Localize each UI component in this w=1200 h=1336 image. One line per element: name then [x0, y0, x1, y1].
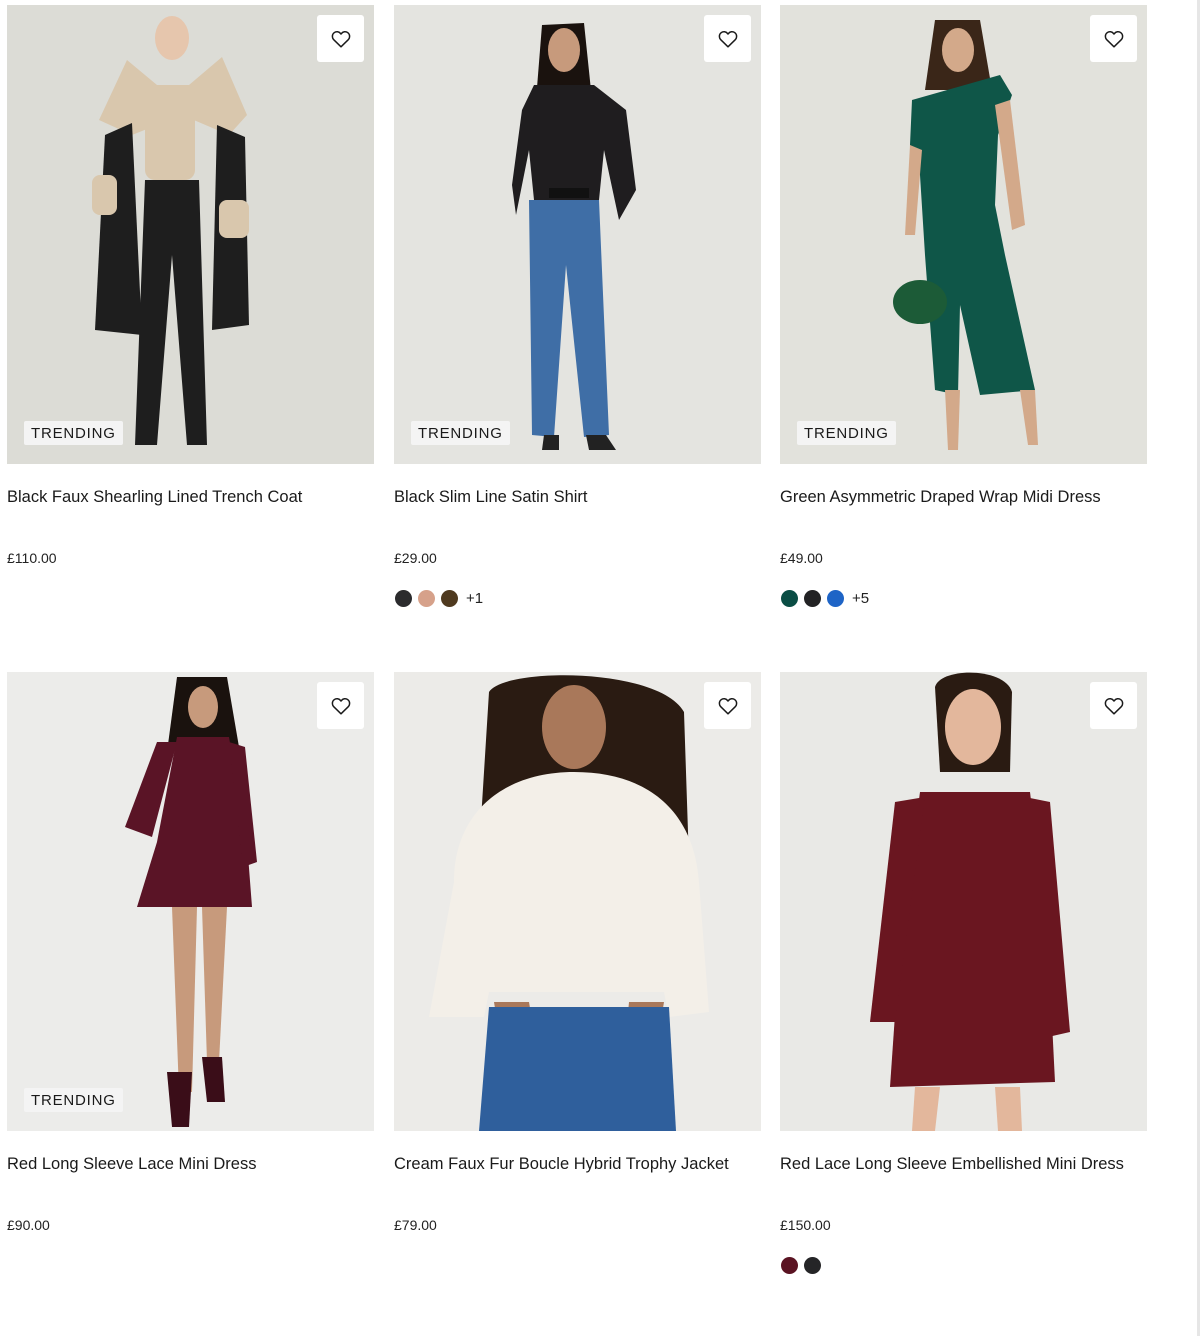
color-swatch[interactable] [395, 590, 412, 607]
heart-icon [331, 697, 350, 715]
product-image[interactable]: TRENDING [7, 672, 374, 1131]
color-swatch[interactable] [441, 590, 458, 607]
color-swatch[interactable] [781, 590, 798, 607]
product-image[interactable] [780, 672, 1147, 1131]
more-colors-count[interactable]: +5 [852, 590, 869, 607]
heart-icon [718, 30, 737, 48]
wishlist-button[interactable] [1090, 682, 1137, 729]
product-photo [394, 672, 761, 1131]
product-name[interactable]: Green Asymmetric Draped Wrap Midi Dress [780, 488, 1101, 507]
color-swatch[interactable] [418, 590, 435, 607]
heart-icon [1104, 30, 1123, 48]
heart-icon [1104, 697, 1123, 715]
product-price: £110.00 [7, 550, 57, 566]
product-photo [780, 672, 1147, 1131]
product-name[interactable]: Red Long Sleeve Lace Mini Dress [7, 1155, 256, 1174]
product-photo [780, 5, 1147, 464]
product-image[interactable]: TRENDING [394, 5, 761, 464]
trending-badge: TRENDING [411, 421, 510, 445]
trending-badge: TRENDING [24, 1088, 123, 1112]
product-photo [7, 672, 374, 1131]
color-swatch[interactable] [827, 590, 844, 607]
product-name[interactable]: Red Lace Long Sleeve Embellished Mini Dr… [780, 1155, 1124, 1174]
product-price: £90.00 [7, 1217, 50, 1233]
color-swatch[interactable] [804, 1257, 821, 1274]
heart-icon [718, 697, 737, 715]
color-swatch[interactable] [804, 590, 821, 607]
wishlist-button[interactable] [704, 15, 751, 62]
product-name[interactable]: Cream Faux Fur Boucle Hybrid Trophy Jack… [394, 1155, 729, 1174]
more-colors-count[interactable]: +1 [466, 590, 483, 607]
product-image[interactable]: TRENDING [7, 5, 374, 464]
product-card[interactable]: TRENDING Red Long Sleeve Lace Mini Dress… [7, 672, 374, 1233]
heart-icon [331, 30, 350, 48]
product-image[interactable]: TRENDING [780, 5, 1147, 464]
product-price: £150.00 [780, 1217, 831, 1233]
product-card[interactable]: TRENDING Black Slim Line Satin Shirt £29… [394, 5, 761, 607]
product-card[interactable]: Red Lace Long Sleeve Embellished Mini Dr… [780, 672, 1147, 1274]
product-price: £29.00 [394, 550, 437, 566]
product-image[interactable] [394, 672, 761, 1131]
product-card[interactable]: TRENDING Green Asymmetric Draped Wrap Mi… [780, 5, 1147, 607]
trending-badge: TRENDING [24, 421, 123, 445]
color-swatches: +1 [395, 590, 483, 607]
product-price: £49.00 [780, 550, 823, 566]
color-swatches: +5 [781, 590, 869, 607]
product-name[interactable]: Black Slim Line Satin Shirt [394, 488, 588, 507]
wishlist-button[interactable] [317, 682, 364, 729]
color-swatches [781, 1257, 821, 1274]
trending-badge: TRENDING [797, 421, 896, 445]
product-name[interactable]: Black Faux Shearling Lined Trench Coat [7, 488, 302, 507]
wishlist-button[interactable] [1090, 15, 1137, 62]
product-card[interactable]: Cream Faux Fur Boucle Hybrid Trophy Jack… [394, 672, 761, 1233]
product-photo [7, 5, 374, 464]
wishlist-button[interactable] [704, 682, 751, 729]
product-photo [394, 5, 761, 464]
wishlist-button[interactable] [317, 15, 364, 62]
color-swatch[interactable] [781, 1257, 798, 1274]
product-card[interactable]: TRENDING Black Faux Shearling Lined Tren… [7, 5, 374, 566]
product-price: £79.00 [394, 1217, 437, 1233]
